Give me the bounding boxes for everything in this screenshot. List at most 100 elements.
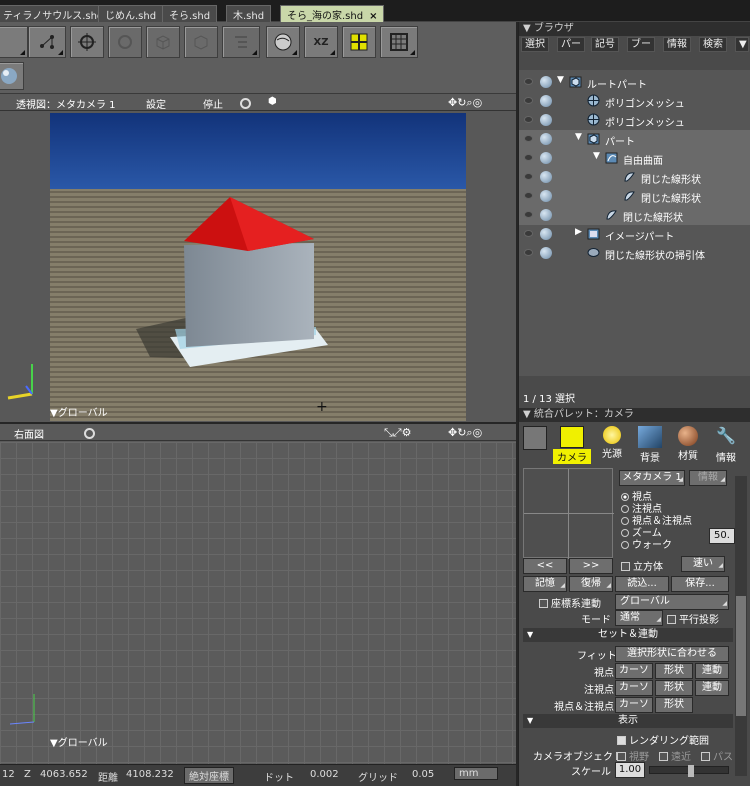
expand-arrow-icon[interactable]: ▼ — [593, 151, 600, 161]
perspective-view-title[interactable]: 透視図：メタカメラ 1 — [16, 96, 116, 111]
tree-row[interactable]: ▼ 自由曲面 — [519, 149, 750, 168]
scale-field[interactable]: 1.00 — [615, 762, 645, 778]
tab-light[interactable]: 光源 — [593, 426, 631, 460]
visibility-eye-icon[interactable] — [524, 154, 533, 161]
visibility-eye-icon[interactable] — [524, 211, 533, 218]
render-ball-icon[interactable] — [540, 190, 552, 202]
radio-walk[interactable]: ウォーク — [621, 536, 672, 551]
browser-menu-select[interactable]: 選択 — [521, 37, 549, 52]
disabled-button-1[interactable] — [108, 26, 142, 58]
sphere-button[interactable] — [0, 62, 24, 90]
browser-menu-info[interactable]: 情報 — [663, 37, 691, 52]
front-viewport[interactable]: 右面図 ⤡⤢⚙ ✥↻⌕◎ ▼グローバル — [0, 424, 516, 764]
expand-arrow-icon[interactable]: ▶ — [575, 227, 582, 237]
target-button[interactable] — [70, 26, 104, 58]
view-target-cursor-button[interactable]: カーソ — [615, 697, 653, 713]
view-target-shape-button[interactable]: 形状 — [655, 697, 693, 713]
visibility-eye-icon[interactable] — [524, 135, 533, 142]
display-section[interactable]: ▼ 表示 — [523, 714, 733, 728]
tab-tyrannosaurus[interactable]: ティラノサウルス.shd — [0, 5, 111, 22]
tab-ki[interactable]: 木.shd — [226, 5, 272, 22]
grid-view-button[interactable] — [380, 26, 418, 58]
viewpoint-link-button[interactable]: 連動 — [695, 663, 729, 679]
target-cursor-button[interactable]: カーソ — [615, 680, 653, 696]
close-icon[interactable]: × — [369, 11, 377, 22]
tool-button-1[interactable] — [0, 26, 28, 58]
browser-menu-more[interactable]: ▼ — [735, 37, 749, 52]
target-link-button[interactable]: 連動 — [695, 680, 729, 696]
render-ball-icon[interactable] — [540, 76, 552, 88]
cam-opt-path[interactable]: パス — [701, 748, 733, 763]
front-view-tools-icons[interactable]: ⤡⤢⚙ — [384, 426, 411, 440]
disabled-button-2[interactable] — [146, 26, 180, 58]
xz-plane-button[interactable]: XZ — [304, 26, 338, 58]
cam-opt-perspective[interactable]: 遠近 — [659, 748, 691, 763]
palette-scrollbar[interactable] — [735, 476, 747, 776]
tree-row[interactable]: ▼ パート — [519, 130, 750, 149]
visibility-eye-icon[interactable] — [524, 249, 533, 256]
memory-button[interactable]: 記憶 — [523, 576, 567, 593]
perspective-coord-label[interactable]: ▼グローバル — [50, 404, 108, 419]
coord-link-checkbox[interactable]: 座標系連動 — [539, 595, 601, 610]
tab-camera[interactable]: カメラ — [553, 426, 591, 464]
tree-row[interactable]: ポリゴンメッシュ — [519, 111, 750, 130]
render-ball-icon[interactable] — [540, 95, 552, 107]
camera-preview-pad[interactable] — [523, 468, 614, 559]
load-button[interactable]: 読込... — [615, 576, 669, 592]
prev-button[interactable]: << — [523, 558, 567, 574]
speed-select[interactable]: 速い — [681, 556, 725, 573]
mode-select[interactable]: 通常 — [615, 610, 663, 627]
tab-umi-no-ie[interactable]: そら_海の家.shd × — [280, 5, 385, 22]
unit-select[interactable]: mm — [454, 767, 498, 780]
front-view-title[interactable]: 右面図 — [14, 426, 44, 441]
render-ball-icon[interactable] — [540, 209, 552, 221]
cam-opt-fov[interactable]: 視野 — [617, 748, 649, 763]
tree-row[interactable]: ▼ ルートパート — [519, 73, 750, 92]
tree-row[interactable]: 閉じた線形状 — [519, 206, 750, 225]
view-navigation-icons[interactable]: ✥↻⌕◎ — [448, 96, 482, 110]
scale-slider[interactable] — [649, 765, 729, 777]
cube-checkbox[interactable]: 立方体 — [621, 558, 663, 573]
tab-material[interactable]: 材質 — [669, 426, 707, 462]
tree-row[interactable]: ▶ イメージパート — [519, 225, 750, 244]
viewpoint-shape-button[interactable]: 形状 — [655, 663, 693, 679]
browser-menu-search[interactable]: 検索 — [699, 37, 727, 52]
front-navigation-icons[interactable]: ✥↻⌕◎ — [448, 426, 482, 440]
node-tool-button[interactable] — [28, 26, 66, 58]
expand-arrow-icon[interactable]: ▼ — [557, 75, 564, 85]
restore-button[interactable]: 復帰 — [569, 576, 613, 593]
browser-menu-symbol[interactable]: 記号 — [591, 37, 619, 52]
zoom-value-field[interactable]: 50. — [709, 528, 735, 544]
fit-to-selection-button[interactable]: 選択形状に合わせる — [615, 646, 729, 662]
coord-mode-select[interactable]: 絶対座標 — [184, 767, 234, 784]
render-range-checkbox[interactable]: レンダリング範囲 — [617, 732, 709, 747]
palette-tool-button[interactable] — [523, 426, 547, 450]
camera-info-button[interactable]: 情報 — [689, 470, 727, 487]
visibility-eye-icon[interactable] — [524, 97, 533, 104]
browser-menu-boolean[interactable]: ブー — [627, 37, 655, 52]
set-link-section[interactable]: ▼ セット＆連動 — [523, 628, 733, 642]
tree-row[interactable]: 閉じた線形状 — [519, 168, 750, 187]
render-ball-icon[interactable] — [540, 133, 552, 145]
settings-menu[interactable]: 設定 — [146, 96, 166, 111]
perspective-viewport[interactable]: 透視図：メタカメラ 1 設定 停止 ⬢ ✥↻⌕◎ ▼グローバル + — [0, 94, 516, 422]
render-ball-icon[interactable] — [540, 171, 552, 183]
render-ball-icon[interactable] — [540, 228, 552, 240]
tab-sora[interactable]: そら.shd — [162, 5, 218, 22]
quad-view-button[interactable] — [342, 26, 376, 58]
render-cube-icon[interactable]: ⬢ — [268, 96, 277, 107]
tree-row[interactable]: 閉じた線形状 — [519, 187, 750, 206]
visibility-eye-icon[interactable] — [524, 116, 533, 123]
list-tool-button[interactable] — [222, 26, 260, 58]
coord-system-select[interactable]: グローバル — [615, 594, 729, 611]
next-button[interactable]: >> — [569, 558, 613, 574]
visibility-eye-icon[interactable] — [524, 78, 533, 85]
render-ball-icon[interactable] — [540, 114, 552, 126]
tab-background[interactable]: 背景 — [631, 426, 669, 464]
visibility-eye-icon[interactable] — [524, 230, 533, 237]
browser-menu-part[interactable]: パー — [557, 37, 585, 52]
render-ball-icon[interactable] — [540, 152, 552, 164]
render-ball-icon[interactable] — [540, 247, 552, 259]
visibility-eye-icon[interactable] — [524, 192, 533, 199]
expand-arrow-icon[interactable]: ▼ — [575, 132, 582, 142]
